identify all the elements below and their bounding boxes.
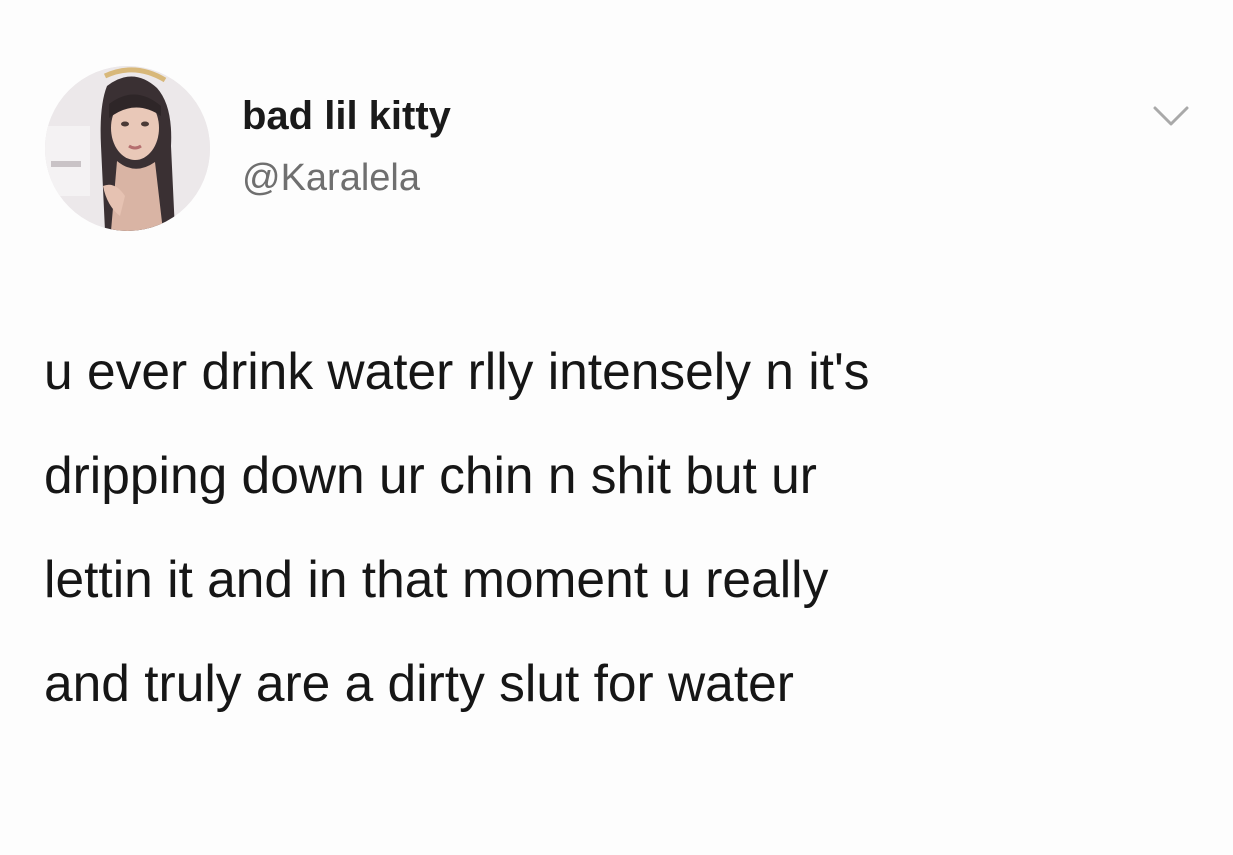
tweet-card: bad lil kitty @Karalela u ever drink wat… (0, 0, 1233, 855)
avatar[interactable] (45, 66, 210, 231)
display-name[interactable]: bad lil kitty (242, 92, 451, 140)
tweet-text-line: u ever drink water rlly intensely n it's (44, 342, 870, 400)
tweet-text-line: dripping down ur chin n shit but ur (44, 446, 817, 504)
avatar-photo-icon (45, 66, 210, 231)
tweet-text-line: lettin it and in that moment u really (44, 550, 829, 608)
tweet-text-line: and truly are a dirty slut for water (44, 654, 794, 712)
tweet-text: u ever drink water rlly intensely n it's… (44, 319, 1174, 735)
chevron-down-icon[interactable] (1150, 102, 1192, 132)
user-handle[interactable]: @Karalela (242, 155, 420, 201)
